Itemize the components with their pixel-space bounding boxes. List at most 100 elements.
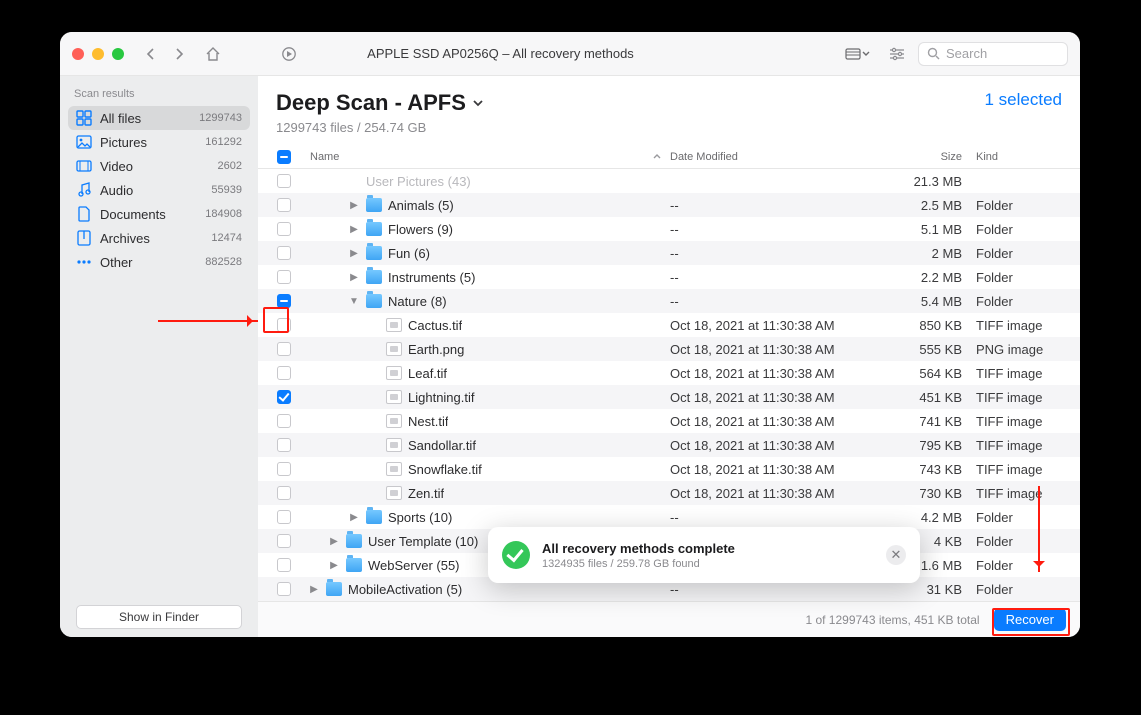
- row-checkbox[interactable]: [277, 246, 291, 260]
- annotation-arrow-2: [1038, 486, 1040, 572]
- row-checkbox[interactable]: [277, 198, 291, 212]
- row-checkbox[interactable]: [277, 318, 291, 332]
- image-file-icon: [386, 462, 402, 476]
- sidebar-item-all-files[interactable]: All files1299743: [68, 106, 250, 130]
- row-checkbox[interactable]: [277, 270, 291, 284]
- search-input[interactable]: Search: [918, 42, 1068, 66]
- file-row[interactable]: Cactus.tifOct 18, 2021 at 11:30:38 AM850…: [258, 313, 1080, 337]
- filters-button[interactable]: [884, 42, 910, 66]
- file-date: --: [670, 582, 840, 597]
- chevron-right-icon[interactable]: ▶: [328, 560, 340, 571]
- file-kind: Folder: [970, 198, 1080, 213]
- row-checkbox[interactable]: [277, 390, 291, 404]
- chevron-right-icon[interactable]: ▶: [348, 512, 360, 523]
- file-row[interactable]: ▼Nature (8)--5.4 MBFolder: [258, 289, 1080, 313]
- titlebar: APPLE SSD AP0256Q – All recovery methods…: [60, 32, 1080, 76]
- zoom-window-button[interactable]: [112, 48, 124, 60]
- chevron-right-icon[interactable]: ▶: [348, 272, 360, 283]
- row-checkbox[interactable]: [277, 582, 291, 596]
- file-name: WebServer (55): [368, 558, 460, 573]
- file-row[interactable]: User Pictures (43)21.3 MB: [258, 169, 1080, 193]
- row-checkbox[interactable]: [277, 462, 291, 476]
- file-name: Snowflake.tif: [408, 462, 482, 477]
- file-name: Leaf.tif: [408, 366, 447, 381]
- folder-icon: [346, 534, 362, 548]
- row-checkbox[interactable]: [277, 414, 291, 428]
- file-row[interactable]: Snowflake.tif Oct 18, 2021 at 11:30:38 AM…: [258, 457, 1080, 481]
- column-date[interactable]: Date Modified: [670, 151, 840, 163]
- file-row[interactable]: ▶Flowers (9)--5.1 MBFolder: [258, 217, 1080, 241]
- chevron-right-icon[interactable]: ▶: [348, 248, 360, 259]
- back-button[interactable]: [138, 42, 164, 66]
- file-row[interactable]: Lightning.tifOct 18, 2021 at 11:30:38 AM…: [258, 385, 1080, 409]
- file-row[interactable]: ▶Animals (5)--2.5 MBFolder: [258, 193, 1080, 217]
- file-kind: TIFF image: [970, 462, 1080, 477]
- completion-toast: All recovery methods complete 1324935 fi…: [488, 527, 920, 583]
- chevron-down-icon[interactable]: ▼: [348, 296, 360, 307]
- file-date: --: [670, 246, 840, 261]
- row-checkbox[interactable]: [277, 174, 291, 188]
- file-kind: TIFF image: [970, 414, 1080, 429]
- image-file-icon: [386, 342, 402, 356]
- row-checkbox[interactable]: [277, 558, 291, 572]
- sidebar-item-documents[interactable]: Documents184908: [68, 202, 250, 226]
- file-row[interactable]: Earth.pngOct 18, 2021 at 11:30:38 AM555 …: [258, 337, 1080, 361]
- row-checkbox[interactable]: [277, 438, 291, 452]
- select-all-checkbox[interactable]: [277, 150, 291, 164]
- row-checkbox[interactable]: [277, 294, 291, 308]
- file-date: Oct 18, 2021 at 11:30:38 AM: [670, 462, 840, 477]
- view-mode-button[interactable]: [839, 46, 876, 62]
- file-row[interactable]: Leaf.tifOct 18, 2021 at 11:30:38 AM564 K…: [258, 361, 1080, 385]
- sidebar-item-audio[interactable]: Audio55939: [68, 178, 250, 202]
- file-kind: Folder: [970, 510, 1080, 525]
- file-row[interactable]: ▶Sports (10)--4.2 MBFolder: [258, 505, 1080, 529]
- row-checkbox[interactable]: [277, 366, 291, 380]
- sidebar-header: Scan results: [68, 84, 250, 106]
- file-date: Oct 18, 2021 at 11:30:38 AM: [670, 390, 840, 405]
- selection-count[interactable]: 1 selected: [985, 90, 1063, 110]
- file-row[interactable]: Zen.tifOct 18, 2021 at 11:30:38 AM730 KB…: [258, 481, 1080, 505]
- chevron-down-icon: [472, 98, 484, 108]
- file-kind: Folder: [970, 534, 1080, 549]
- sidebar-item-video[interactable]: Video2602: [68, 154, 250, 178]
- row-checkbox[interactable]: [277, 534, 291, 548]
- row-checkbox[interactable]: [277, 342, 291, 356]
- chevron-right-icon[interactable]: ▶: [348, 224, 360, 235]
- sidebar-item-archives[interactable]: Archives12474: [68, 226, 250, 250]
- file-row[interactable]: ▶Instruments (5)--2.2 MBFolder: [258, 265, 1080, 289]
- file-name: Nest.tif: [408, 414, 448, 429]
- file-row[interactable]: ▶Fun (6)--2 MBFolder: [258, 241, 1080, 265]
- file-row[interactable]: Sandollar.tifOct 18, 2021 at 11:30:38 AM…: [258, 433, 1080, 457]
- file-size: 451 KB: [840, 390, 970, 405]
- recover-button[interactable]: Recover: [994, 608, 1066, 631]
- scan-title[interactable]: Deep Scan - APFS: [276, 90, 484, 116]
- file-row[interactable]: Nest.tifOct 18, 2021 at 11:30:38 AM741 K…: [258, 409, 1080, 433]
- sidebar-item-other[interactable]: Other882528: [68, 250, 250, 274]
- image-file-icon: [386, 486, 402, 500]
- column-size[interactable]: Size: [840, 151, 970, 163]
- toast-close-button[interactable]: ✕: [886, 545, 906, 565]
- row-checkbox[interactable]: [277, 222, 291, 236]
- sidebar-item-pictures[interactable]: Pictures161292: [68, 130, 250, 154]
- chevron-right-icon[interactable]: ▶: [348, 200, 360, 211]
- file-date: --: [670, 198, 840, 213]
- file-kind: TIFF image: [970, 390, 1080, 405]
- file-date: --: [670, 294, 840, 309]
- chevron-right-icon[interactable]: ▶: [328, 536, 340, 547]
- file-name: Sports (10): [388, 510, 452, 525]
- chevron-right-icon[interactable]: ▶: [308, 584, 320, 595]
- file-date: Oct 18, 2021 at 11:30:38 AM: [670, 366, 840, 381]
- close-window-button[interactable]: [72, 48, 84, 60]
- file-name: Instruments (5): [388, 270, 475, 285]
- column-kind[interactable]: Kind: [970, 151, 1080, 163]
- show-in-finder-button[interactable]: Show in Finder: [76, 605, 242, 629]
- row-checkbox[interactable]: [277, 486, 291, 500]
- file-name: Sandollar.tif: [408, 438, 476, 453]
- column-name[interactable]: Name: [302, 151, 670, 163]
- file-size: 850 KB: [840, 318, 970, 333]
- search-icon: [927, 47, 940, 60]
- row-checkbox[interactable]: [277, 510, 291, 524]
- sidebar: Scan results All files1299743Pictures161…: [60, 76, 258, 637]
- toast-title: All recovery methods complete: [542, 541, 735, 556]
- minimize-window-button[interactable]: [92, 48, 104, 60]
